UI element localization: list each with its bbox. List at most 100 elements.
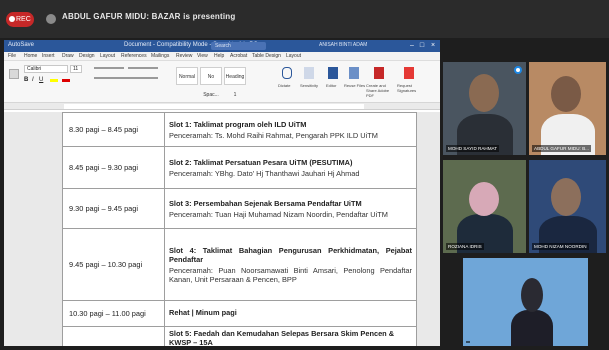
maximize-icon[interactable]: □ [418, 41, 426, 50]
presenter-avatar-icon [46, 14, 56, 24]
slot-speaker: Penceramah: Ts. Mohd Raihi Rahmat, Penga… [169, 130, 378, 140]
font-size-select[interactable]: 11 [70, 65, 82, 73]
tab-mailings[interactable]: Mailings [151, 53, 169, 59]
participant-face [469, 182, 499, 216]
shared-screen-word-window: AutoSave Document - Compatibility Mode -… [4, 40, 440, 346]
word-title-bar: AutoSave Document - Compatibility Mode -… [4, 40, 440, 52]
slot-speaker: Penceramah: YBhg. Dato' Hj Thanthawi Jau… [169, 168, 360, 178]
alignment-icon[interactable] [94, 77, 158, 79]
time-cell[interactable]: 10.30 pagi – 11.00 pagi [62, 300, 165, 327]
active-speaker-icon [514, 66, 522, 74]
table-row: 10.30 pagi – 11.00 pagi Rehat | Minum pa… [62, 300, 417, 327]
participant-name: MOHD NIZAM NOORDIN [532, 243, 589, 250]
tab-file[interactable]: File [8, 53, 16, 59]
editor-label: Editor [326, 83, 337, 88]
ruler-active-area [64, 104, 364, 109]
style-heading-1[interactable]: Heading 1 [224, 67, 246, 98]
participant-tile[interactable]: ABDUL GAFUR MIDU: B... [529, 62, 606, 155]
recording-indicator[interactable]: REC [6, 12, 34, 27]
style-no-spacing[interactable]: No Spac... [200, 67, 222, 98]
font-color-icon[interactable] [62, 79, 70, 82]
slot-cell[interactable]: Slot 3: Persembahan Sejenak Bersama Pend… [164, 188, 417, 229]
participant-face [469, 74, 499, 112]
reuse-files-label: Reuse Files [344, 83, 366, 88]
tab-help[interactable]: Help [214, 53, 224, 59]
slot-title: Slot 5: Faedah dan Kemudahan Selepas Ber… [169, 329, 395, 346]
tab-layout[interactable]: Layout [100, 53, 115, 59]
program-schedule-table: 8.30 pagi – 8.45 pagi Slot 1: Taklimat p… [62, 112, 417, 346]
recording-label: REC [16, 16, 31, 23]
style-normal[interactable]: Normal [176, 67, 198, 85]
tab-table-layout[interactable]: Layout [286, 53, 301, 59]
time-cell[interactable]: 9.30 pagi – 9.45 pagi [62, 188, 165, 229]
create-pdf-icon[interactable] [374, 67, 384, 79]
slot-cell[interactable]: Slot 2: Taklimat Persatuan Pesara UiTM (… [164, 146, 417, 189]
slot-title: Slot 2: Taklimat Persatuan Pesara UiTM (… [169, 157, 353, 167]
tab-references[interactable]: References [121, 53, 147, 59]
dictate-icon[interactable] [282, 67, 292, 79]
tab-acrobat[interactable]: Acrobat [230, 53, 247, 59]
tab-view[interactable]: View [197, 53, 208, 59]
time-cell[interactable]: 9.45 pagi – 10.30 pagi [62, 228, 165, 301]
presenter-status: ABDUL GAFUR MIDU: BAZAR is presenting [62, 12, 236, 21]
dictate-label: Dictate [278, 83, 291, 88]
tab-table-design[interactable]: Table Design [252, 53, 281, 59]
indent-icon[interactable] [128, 67, 158, 69]
time-cell[interactable] [62, 326, 165, 346]
slot-cell[interactable]: Rehat | Minum pagi [164, 300, 417, 327]
horizontal-ruler[interactable] [4, 103, 440, 110]
participant-name: ROZIANA IDRIS [446, 243, 484, 250]
participant-face [551, 178, 581, 216]
table-row: 8.30 pagi – 8.45 pagi Slot 1: Taklimat p… [62, 112, 417, 147]
minimize-icon[interactable]: – [408, 41, 416, 50]
slot-title: Slot 1: Taklimat program oleh ILD UiTM [169, 119, 307, 129]
participant-tile[interactable]: ROZIANA IDRIS [443, 160, 526, 253]
meeting-top-bar: REC ABDUL GAFUR MIDU: BAZAR is presentin… [0, 0, 609, 38]
paste-icon[interactable] [9, 69, 19, 79]
participant-tile[interactable] [463, 258, 588, 346]
document-canvas[interactable]: 8.30 pagi – 8.45 pagi Slot 1: Taklimat p… [4, 112, 440, 346]
autosave-toggle[interactable]: AutoSave [8, 42, 34, 48]
underline-icon[interactable]: U [39, 77, 49, 87]
request-signatures-icon[interactable] [404, 67, 414, 79]
table-row: 9.30 pagi – 9.45 pagi Slot 3: Persembaha… [62, 188, 417, 229]
table-row: Slot 5: Faedah dan Kemudahan Selepas Ber… [62, 326, 417, 346]
participant-name: ABDUL GAFUR MIDU: B... [532, 145, 591, 152]
slot-speaker: Penceramah: Tuan Haji Muhamad Nizam Noor… [169, 209, 388, 219]
table-row: 8.45 pagi – 9.30 pagi Slot 2: Taklimat P… [62, 146, 417, 189]
word-search-box[interactable]: Search [211, 42, 266, 50]
bullets-icon[interactable] [94, 67, 124, 69]
participant-tile[interactable]: MOHD SAYID RAHMAT [443, 62, 526, 155]
time-cell[interactable]: 8.45 pagi – 9.30 pagi [62, 146, 165, 189]
slot-cell[interactable]: Slot 5: Faedah dan Kemudahan Selepas Ber… [164, 326, 417, 346]
sensitivity-icon[interactable] [304, 67, 314, 79]
signed-in-user[interactable]: ANISAH BINTI ADAM [319, 42, 367, 48]
slot-title: Slot 4: Taklimat Bahagian Pengurusan Per… [169, 245, 412, 264]
tab-draw[interactable]: Draw [62, 53, 74, 59]
highlight-icon[interactable] [50, 79, 58, 82]
participant-name: MOHD SAYID RAHMAT [446, 145, 500, 152]
tab-design[interactable]: Design [79, 53, 95, 59]
editor-icon[interactable] [328, 67, 338, 79]
document-page[interactable]: 8.30 pagi – 8.45 pagi Slot 1: Taklimat p… [62, 112, 417, 346]
participant-tile[interactable]: MOHD NIZAM NOORDIN [529, 160, 606, 253]
slot-speaker: Penceramah: Puan Noorsamawati Binti Amsa… [169, 265, 412, 284]
slot-cell[interactable]: Slot 1: Taklimat program oleh ILD UiTM P… [164, 112, 417, 147]
slot-title: Slot 3: Persembahan Sejenak Bersama Pend… [169, 198, 362, 208]
home-ribbon: Calibri 11 B I U Normal No Spac... Headi… [4, 61, 440, 103]
tab-insert[interactable]: Insert [42, 53, 55, 59]
meeting-screen: REC ABDUL GAFUR MIDU: BAZAR is presentin… [0, 0, 609, 350]
request-signatures-label: Request Signatures [397, 83, 417, 93]
close-icon[interactable]: × [429, 41, 437, 50]
participant-video [511, 310, 553, 346]
create-pdf-label: Create and Share Adobe PDF [366, 83, 390, 98]
font-name-select[interactable]: Calibri [24, 65, 68, 73]
tab-home[interactable]: Home [24, 53, 37, 59]
time-cell[interactable]: 8.30 pagi – 8.45 pagi [62, 112, 165, 147]
participant-face [521, 278, 543, 312]
reuse-files-icon[interactable] [349, 67, 359, 79]
sensitivity-label: Sensitivity [300, 83, 319, 88]
tab-review[interactable]: Review [176, 53, 192, 59]
table-row: 9.45 pagi – 10.30 pagi Slot 4: Taklimat … [62, 228, 417, 301]
slot-cell[interactable]: Slot 4: Taklimat Bahagian Pengurusan Per… [164, 228, 417, 301]
